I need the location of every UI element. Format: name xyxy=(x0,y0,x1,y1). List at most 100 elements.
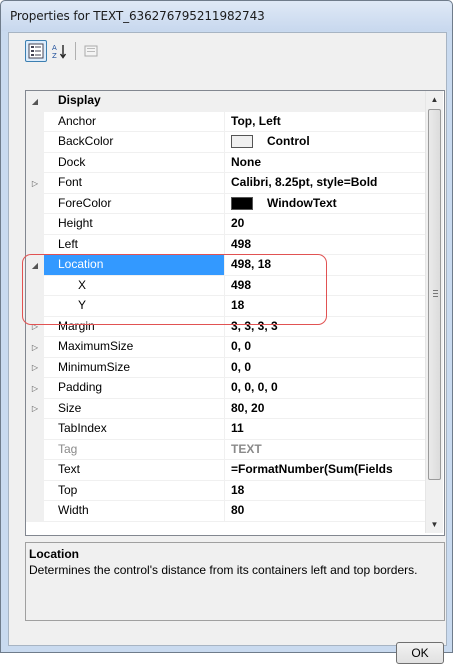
svg-text:Z: Z xyxy=(52,52,57,59)
property-name: Display xyxy=(44,91,425,112)
property-name: Top xyxy=(44,480,225,501)
expand-arrow-icon[interactable]: ▷ xyxy=(30,363,40,373)
scroll-up-arrow-icon[interactable]: ▲ xyxy=(426,91,443,108)
property-value[interactable]: 498, 18 xyxy=(225,255,425,276)
property-row[interactable]: ▷ Margin 3, 3, 3, 3 xyxy=(26,316,425,337)
row-gutter: ◢ xyxy=(26,91,44,112)
property-row[interactable]: ▷ Size 80, 20 xyxy=(26,398,425,419)
property-value-text: Top, Left xyxy=(231,113,281,128)
property-name: ForeColor xyxy=(44,193,225,214)
ok-button[interactable]: OK xyxy=(396,642,444,664)
property-row[interactable]: X 498 xyxy=(26,275,425,296)
row-gutter xyxy=(26,132,44,153)
scroll-thumb[interactable] xyxy=(428,109,441,480)
color-swatch xyxy=(231,135,253,148)
property-row[interactable]: Height 20 xyxy=(26,214,425,235)
property-row[interactable]: ForeColor WindowText xyxy=(26,193,425,214)
property-value-text: 80, 20 xyxy=(231,400,265,415)
property-value[interactable]: Control xyxy=(225,132,425,153)
row-gutter: ◢ xyxy=(26,255,44,276)
row-gutter xyxy=(26,234,44,255)
property-value[interactable]: 498 xyxy=(225,235,425,255)
category-row[interactable]: ◢ Display xyxy=(26,91,425,112)
property-value-text: 11 xyxy=(231,421,244,435)
property-value-text: TEXT xyxy=(231,441,262,456)
property-row[interactable]: Tag TEXT xyxy=(26,439,425,460)
collapse-arrow-icon[interactable]: ◢ xyxy=(30,260,40,270)
property-row[interactable]: Dock None xyxy=(26,152,425,173)
property-value[interactable]: Calibri, 8.25pt, style=Bold xyxy=(225,173,425,194)
description-text: Determines the control's distance from i… xyxy=(29,563,418,577)
property-row[interactable]: ▷ MaximumSize 0, 0 xyxy=(26,337,425,358)
property-value-text: 0, 0, 0, 0 xyxy=(231,380,278,394)
property-row[interactable]: Width 80 xyxy=(26,501,425,522)
property-row[interactable]: ▷ Font Calibri, 8.25pt, style=Bold xyxy=(26,173,425,194)
property-value[interactable]: 80 xyxy=(225,501,425,522)
vertical-scrollbar[interactable]: ▲ ▼ xyxy=(425,91,443,533)
expand-arrow-icon[interactable]: ▷ xyxy=(30,322,40,332)
property-value-text: Control xyxy=(267,134,310,148)
row-gutter xyxy=(26,296,44,317)
property-row[interactable]: Anchor Top, Left xyxy=(26,111,425,132)
property-value-text: 0, 0 xyxy=(231,339,252,353)
row-gutter xyxy=(26,480,44,501)
property-name: Margin xyxy=(44,316,225,337)
property-row[interactable]: BackColor Control xyxy=(26,132,425,153)
expand-arrow-icon[interactable]: ▷ xyxy=(30,342,40,352)
row-gutter xyxy=(26,152,44,173)
property-value[interactable]: 20 xyxy=(225,214,425,235)
property-value-text: 18 xyxy=(231,482,245,497)
property-value[interactable]: 0, 0 xyxy=(225,337,425,358)
property-value[interactable]: 18 xyxy=(225,296,425,317)
property-row[interactable]: TabIndex 11 xyxy=(26,419,425,440)
row-gutter: ▷ xyxy=(26,357,44,378)
property-pages-button[interactable] xyxy=(80,40,102,62)
grip-icon xyxy=(433,290,438,298)
property-value[interactable]: 0, 0 xyxy=(225,358,425,378)
property-row[interactable]: Text =FormatNumber(Sum(Fields xyxy=(26,460,425,481)
expand-arrow-icon[interactable]: ▷ xyxy=(30,178,40,188)
property-value[interactable]: None xyxy=(225,153,425,173)
property-value[interactable]: 80, 20 xyxy=(225,399,425,419)
property-name: X xyxy=(44,275,225,296)
expand-arrow-icon[interactable]: ▷ xyxy=(30,383,40,393)
property-value-text: 3, 3, 3, 3 xyxy=(231,318,278,333)
property-name: Padding xyxy=(44,378,225,399)
property-value[interactable]: 11 xyxy=(225,419,425,440)
property-value-text: 498 xyxy=(231,236,252,251)
alphabetical-sort-button[interactable]: A Z xyxy=(49,40,71,62)
property-value[interactable]: =FormatNumber(Sum(Fields xyxy=(225,460,425,481)
categorized-view-button[interactable] xyxy=(25,40,47,62)
property-value[interactable]: WindowText xyxy=(225,194,425,214)
row-gutter xyxy=(26,439,44,460)
title-bar[interactable]: Properties for TEXT_636276795211982743 xyxy=(1,1,452,31)
description-panel: Location Determines the control's distan… xyxy=(25,542,445,621)
expand-arrow-icon[interactable]: ▷ xyxy=(30,404,40,414)
property-value[interactable]: 498 xyxy=(225,276,425,296)
sort-alphabetical-icon: A Z xyxy=(52,44,67,59)
scroll-down-arrow-icon[interactable]: ▼ xyxy=(426,516,443,533)
property-row[interactable]: ◢ Location 498, 18 xyxy=(26,255,425,276)
property-row[interactable]: Y 18 xyxy=(26,296,425,317)
property-grid[interactable]: ◢ Display Anchor Top, Left BackColor Control D… xyxy=(25,90,445,536)
property-value[interactable]: 18 xyxy=(225,481,425,501)
collapse-arrow-icon[interactable]: ◢ xyxy=(30,96,40,106)
row-gutter: ▷ xyxy=(26,378,44,399)
property-value[interactable]: TEXT xyxy=(225,440,425,460)
property-row[interactable]: ▷ MinimumSize 0, 0 xyxy=(26,357,425,378)
property-name: Left xyxy=(44,234,225,255)
property-rows: ◢ Display Anchor Top, Left BackColor Control D… xyxy=(26,91,425,522)
row-gutter: ▷ xyxy=(26,173,44,194)
property-name: Size xyxy=(44,398,225,419)
property-name: Font xyxy=(44,173,225,194)
row-gutter xyxy=(26,460,44,481)
property-value[interactable]: 0, 0, 0, 0 xyxy=(225,378,425,399)
property-row[interactable]: ▷ Padding 0, 0, 0, 0 xyxy=(26,378,425,399)
property-value[interactable]: 3, 3, 3, 3 xyxy=(225,317,425,337)
property-value-text: WindowText xyxy=(267,195,337,210)
property-value[interactable]: Top, Left xyxy=(225,112,425,132)
property-row[interactable]: Left 498 xyxy=(26,234,425,255)
property-name: Width xyxy=(44,501,225,522)
row-gutter xyxy=(26,275,44,296)
property-row[interactable]: Top 18 xyxy=(26,480,425,501)
